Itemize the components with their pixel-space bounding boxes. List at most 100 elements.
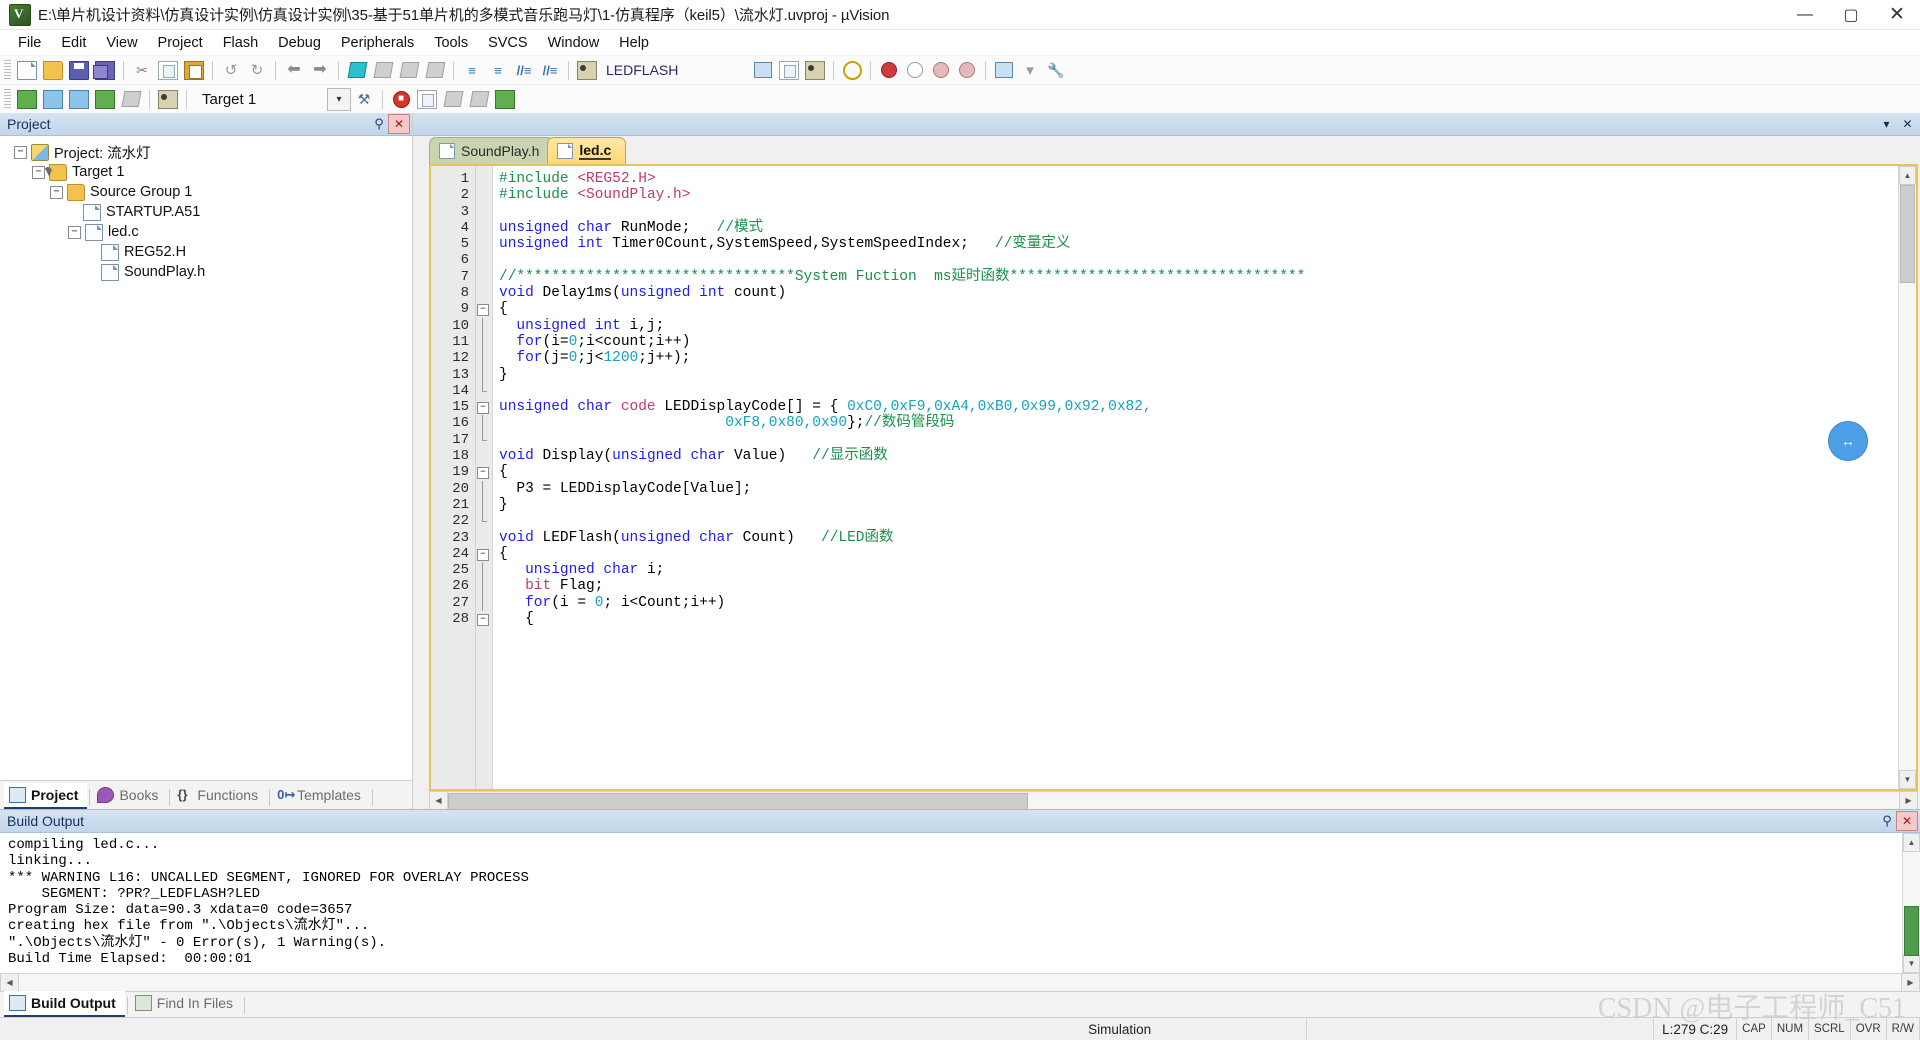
- scroll-thumb[interactable]: [1900, 185, 1915, 283]
- tree-item-soundplay-h[interactable]: SoundPlay.h: [6, 262, 412, 282]
- menu-peripherals[interactable]: Peripherals: [331, 32, 424, 54]
- expander-icon[interactable]: −: [14, 146, 27, 159]
- code-line[interactable]: for(i=0;i<count;i++): [493, 334, 1898, 350]
- pin-icon[interactable]: ⚲: [370, 116, 388, 132]
- minimize-button[interactable]: —: [1782, 0, 1828, 29]
- code-line[interactable]: }: [493, 367, 1898, 383]
- code-line[interactable]: 0xF8,0x80,0x90};//数码管段码: [493, 415, 1898, 431]
- scroll-track[interactable]: [1903, 852, 1920, 954]
- symbol-combo-dropdown[interactable]: [750, 58, 776, 82]
- configure-button[interactable]: 🔧: [1043, 58, 1069, 82]
- code-line[interactable]: #include <SoundPlay.h>: [493, 187, 1898, 203]
- code-line[interactable]: [493, 432, 1898, 448]
- code-line[interactable]: bit Flag;: [493, 578, 1898, 594]
- comment-button[interactable]: //≡: [511, 58, 537, 82]
- collapse-icon[interactable]: −: [477, 467, 489, 479]
- scroll-track[interactable]: [448, 793, 1899, 808]
- code-line[interactable]: {: [493, 611, 1898, 627]
- collapse-icon[interactable]: −: [477, 614, 489, 626]
- symbol-combo[interactable]: LEDFLASH: [600, 60, 750, 81]
- code-line[interactable]: P3 = LEDDisplayCode[Value];: [493, 481, 1898, 497]
- menu-svcs[interactable]: SVCS: [478, 32, 538, 54]
- uncomment-button[interactable]: //≡: [537, 58, 563, 82]
- tree-item-project[interactable]: − Project: 流水灯: [6, 142, 412, 162]
- code-line[interactable]: }: [493, 497, 1898, 513]
- code-line[interactable]: {: [493, 301, 1898, 317]
- tab-books[interactable]: Books: [92, 783, 167, 809]
- menu-file[interactable]: File: [8, 32, 51, 54]
- tab-build-output[interactable]: Build Output: [4, 991, 125, 1017]
- redo-button[interactable]: ↻: [244, 58, 270, 82]
- window-layout-button[interactable]: [991, 58, 1017, 82]
- code-line[interactable]: for(i = 0; i<Count;i++): [493, 595, 1898, 611]
- close-icon[interactable]: ✕: [388, 114, 410, 134]
- bookmark-prev-button[interactable]: [370, 58, 396, 82]
- menu-tools[interactable]: Tools: [424, 32, 478, 54]
- insert-breakpoint-button[interactable]: [876, 58, 902, 82]
- target-options-button[interactable]: ⚒: [351, 87, 377, 111]
- scroll-thumb[interactable]: [448, 793, 1028, 810]
- maximize-button[interactable]: ▢: [1828, 0, 1874, 29]
- menu-help[interactable]: Help: [609, 32, 659, 54]
- toolbar-grip[interactable]: [4, 60, 11, 80]
- window-layout-dropdown[interactable]: ▾: [1017, 58, 1043, 82]
- menu-project[interactable]: Project: [148, 32, 213, 54]
- tree-item-reg52-h[interactable]: REG52.H: [6, 242, 412, 262]
- scroll-right-icon[interactable]: ▶: [1901, 973, 1920, 992]
- collapse-icon[interactable]: −: [477, 304, 489, 316]
- menu-edit[interactable]: Edit: [51, 32, 96, 54]
- fold-marker[interactable]: −: [476, 301, 492, 317]
- scroll-track[interactable]: [1899, 185, 1916, 770]
- editor-horizontal-scrollbar[interactable]: ◀ ▶: [429, 791, 1918, 809]
- pin-icon[interactable]: ⚲: [1878, 813, 1896, 829]
- tree-item-led-c[interactable]: − led.c: [6, 222, 412, 242]
- scroll-left-icon[interactable]: ◀: [0, 973, 19, 992]
- save-button[interactable]: [66, 58, 92, 82]
- build-output-horizontal-scrollbar[interactable]: ◀ ▶: [0, 973, 1920, 991]
- multi-project-button[interactable]: [492, 87, 518, 111]
- rebuild-button[interactable]: [66, 87, 92, 111]
- tab-find-in-files[interactable]: Find In Files: [130, 991, 242, 1017]
- target-combo-dropdown[interactable]: ▾: [327, 88, 351, 111]
- build-output-body[interactable]: compiling led.c...linking...*** WARNING …: [0, 833, 1920, 973]
- code-text[interactable]: #include <REG52.H>#include <SoundPlay.h>…: [493, 166, 1898, 789]
- editor-vertical-scrollbar[interactable]: ▲ ▼: [1898, 166, 1916, 789]
- fold-marker[interactable]: −: [476, 399, 492, 415]
- load-button[interactable]: [155, 87, 181, 111]
- paste-button[interactable]: [181, 58, 207, 82]
- cut-button[interactable]: ✂: [129, 58, 155, 82]
- tree-item-source-group[interactable]: − Source Group 1: [6, 182, 412, 202]
- copy-button[interactable]: [155, 58, 181, 82]
- scroll-down-icon[interactable]: ▼: [1903, 954, 1920, 973]
- bookmark-next-button[interactable]: [396, 58, 422, 82]
- code-line[interactable]: void Display(unsigned char Value) //显示函数: [493, 448, 1898, 464]
- find-button[interactable]: [802, 58, 828, 82]
- tab-templates[interactable]: 0↦ Templates: [272, 783, 370, 809]
- close-icon[interactable]: ✕: [1899, 117, 1916, 131]
- code-line[interactable]: void Delay1ms(unsigned int count): [493, 285, 1898, 301]
- enable-breakpoints-button[interactable]: [954, 58, 980, 82]
- close-button[interactable]: ✕: [1874, 0, 1920, 29]
- manage-project-items-button[interactable]: ■: [388, 87, 414, 111]
- code-line[interactable]: [493, 383, 1898, 399]
- collapse-icon[interactable]: −: [477, 402, 489, 414]
- code-line[interactable]: void LEDFlash(unsigned char Count) //LED…: [493, 530, 1898, 546]
- menu-flash[interactable]: Flash: [213, 32, 268, 54]
- expander-icon[interactable]: −: [32, 166, 45, 179]
- menu-window[interactable]: Window: [538, 32, 610, 54]
- code-line[interactable]: //********************************System…: [493, 269, 1898, 285]
- scroll-right-icon[interactable]: ▶: [1899, 791, 1918, 810]
- undo-button[interactable]: ↺: [218, 58, 244, 82]
- bookmark-clear-button[interactable]: [422, 58, 448, 82]
- menu-debug[interactable]: Debug: [268, 32, 331, 54]
- floating-action-button[interactable]: ↔: [1828, 421, 1868, 461]
- manage-run-time-button[interactable]: [440, 87, 466, 111]
- indent-button[interactable]: ≡: [459, 58, 485, 82]
- code-line[interactable]: [493, 513, 1898, 529]
- tab-project[interactable]: Project: [4, 783, 87, 809]
- code-line[interactable]: {: [493, 464, 1898, 480]
- code-folding-column[interactable]: −−−−−: [476, 166, 493, 789]
- expander-icon[interactable]: −: [50, 186, 63, 199]
- code-line[interactable]: unsigned int i,j;: [493, 318, 1898, 334]
- editor-tab-led-c[interactable]: led.c: [547, 137, 626, 164]
